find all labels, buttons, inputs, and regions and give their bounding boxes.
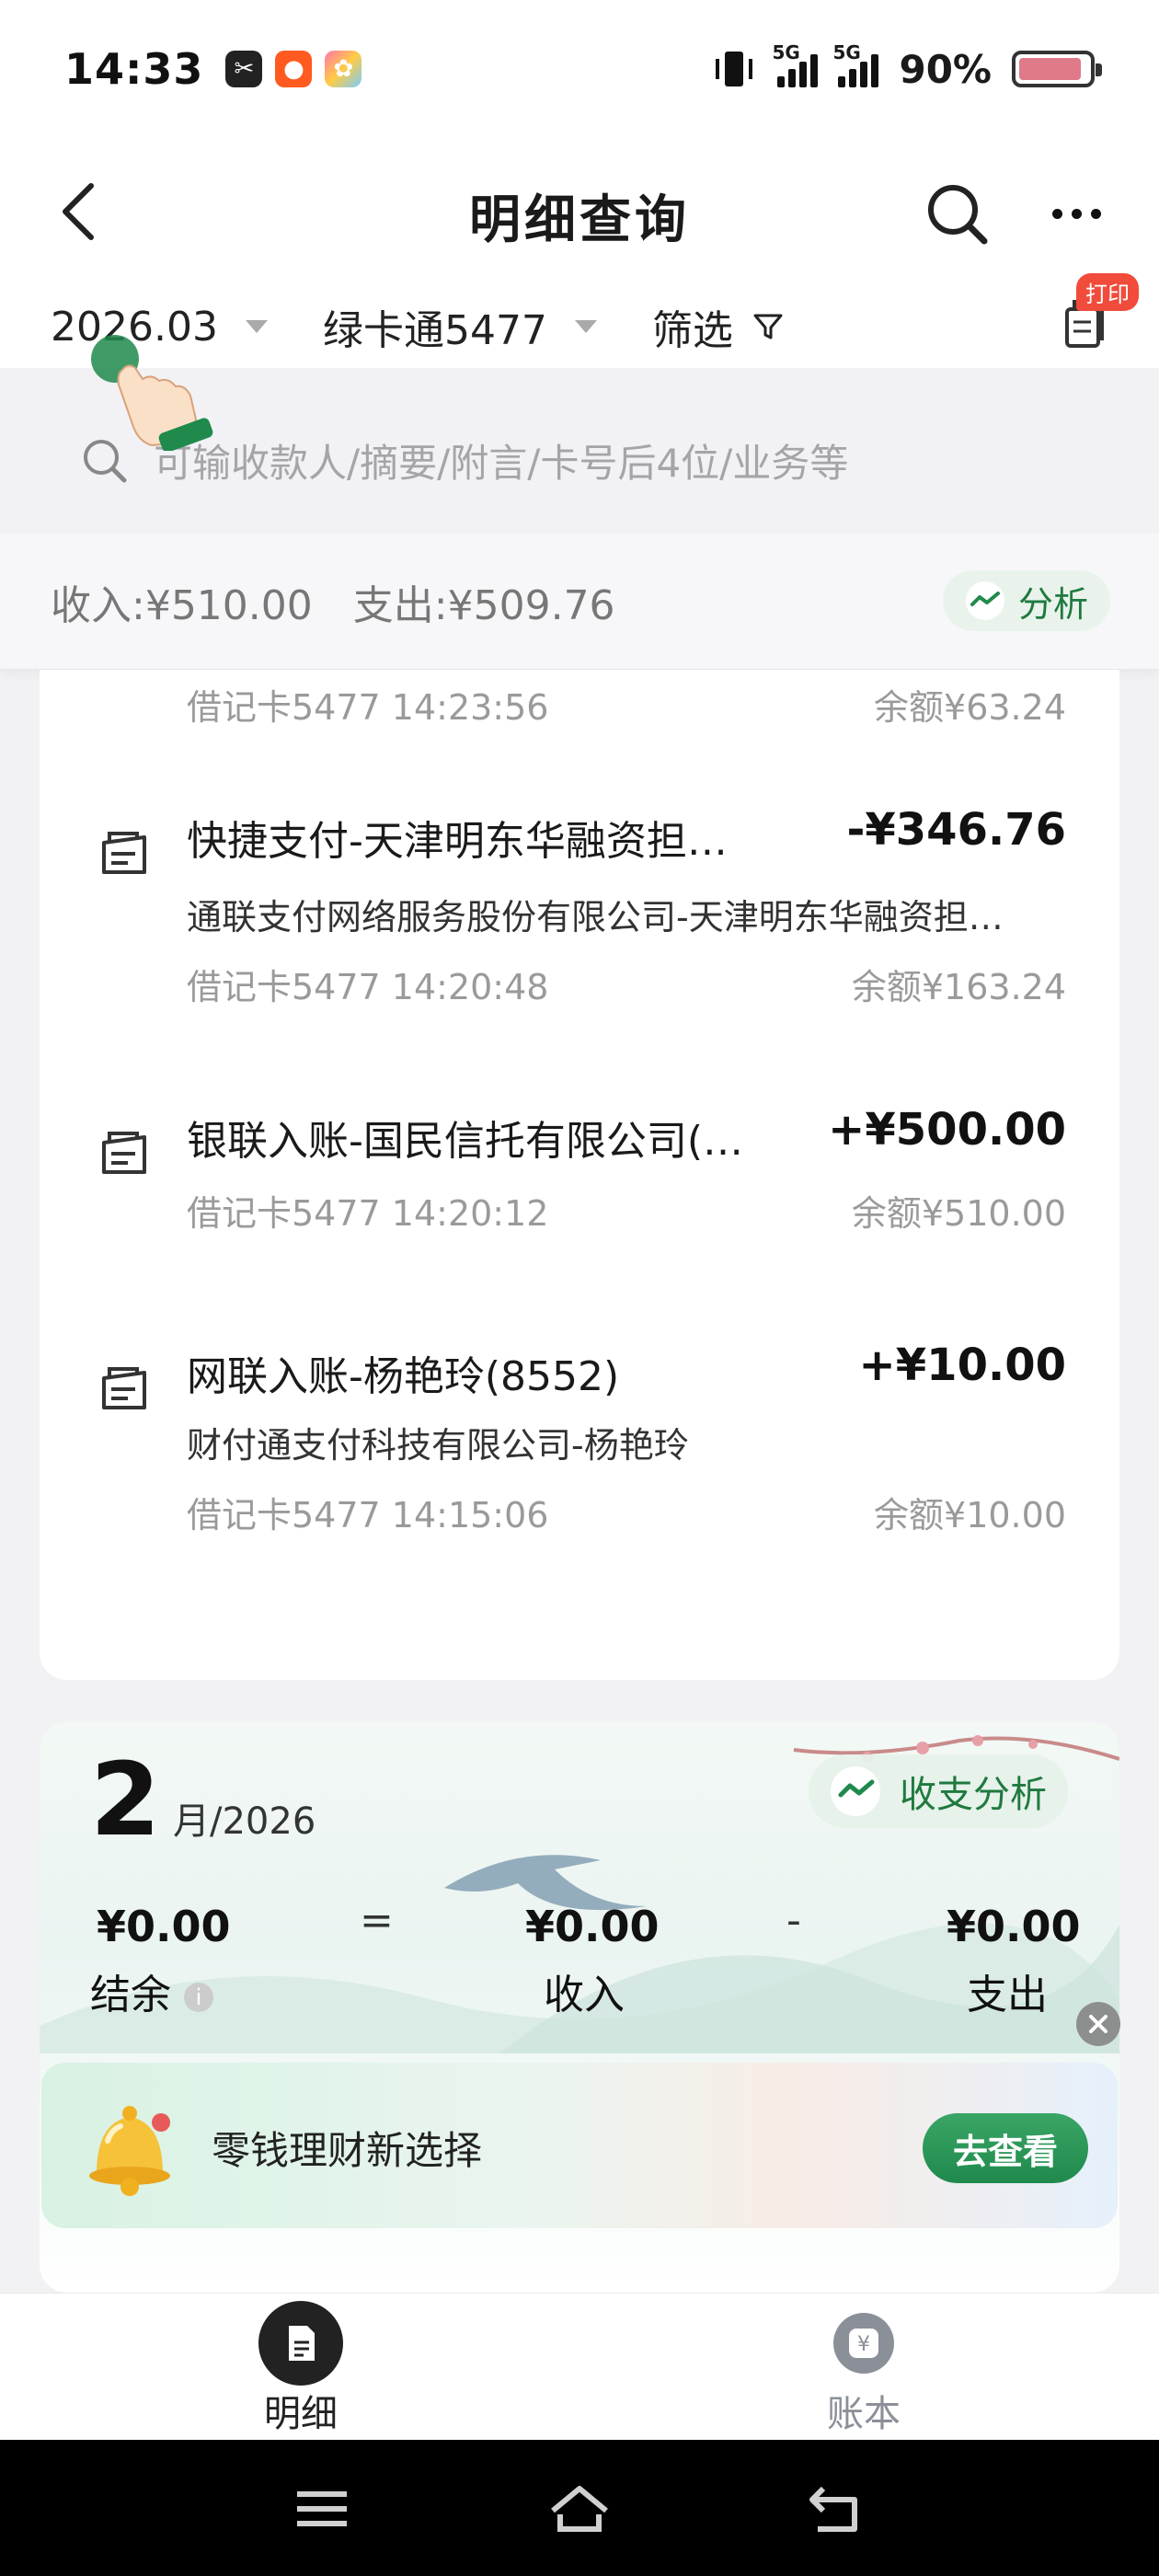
status-bar: 14:33 ✂ ● ✿ 5G 5G 90% xyxy=(0,0,1159,138)
trend-icon xyxy=(965,581,1004,620)
income-label: 收入 xyxy=(544,1972,625,2018)
caret-down-icon xyxy=(574,320,597,333)
record-meta: 借记卡5477 14:15:06 xyxy=(187,1495,549,1535)
balance-value: ¥0.00 xyxy=(97,1902,231,1951)
more-icon xyxy=(1051,208,1062,219)
filter-button[interactable]: 筛选 xyxy=(652,297,785,356)
card-filter-label: 绿卡通5477 xyxy=(322,307,547,354)
battery-icon xyxy=(1012,51,1102,87)
promo-text: 零钱理财新选择 xyxy=(212,2128,483,2173)
record-amount: +¥500.00 xyxy=(828,1104,1066,1156)
record-balance: 余额¥10.00 xyxy=(874,1495,1066,1535)
tab-ledger[interactable]: ¥ 账本 xyxy=(726,2294,1002,2441)
record-balance: 余额¥63.24 xyxy=(874,687,1066,728)
record-title: 网联入账-杨艳玲(8552) xyxy=(187,1353,620,1400)
gallery-icon: ✿ xyxy=(325,51,362,87)
signal-icon: 5G xyxy=(772,41,819,87)
record-amount: -¥346.76 xyxy=(846,804,1066,856)
bottom-tab-bar: 明细 ¥ 账本 xyxy=(0,2293,1159,2440)
record-meta: 借记卡5477 14:20:12 xyxy=(187,1193,549,1234)
tab-details-label: 明细 xyxy=(264,2393,338,2435)
status-indicators: 5G 5G 90% xyxy=(711,41,1102,92)
back-icon[interactable] xyxy=(805,2481,869,2536)
expense-total: 支出:¥509.76 xyxy=(352,581,615,629)
search-icon xyxy=(928,185,988,245)
analysis-label: 分析 xyxy=(1017,583,1088,625)
filter-label: 筛选 xyxy=(651,307,733,354)
balance-label: 结余 xyxy=(90,1972,171,2018)
document-icon xyxy=(258,2301,343,2386)
info-icon[interactable]: i xyxy=(184,1983,213,2012)
search-placeholder: 可输收款人/摘要/附言/卡号后4位/业务等 xyxy=(154,440,849,486)
records-list: 借记卡5477 14:23:56 余额¥63.24 快捷支付-天津明东华融资担…… xyxy=(40,670,1119,1680)
caret-down-icon xyxy=(245,320,268,333)
svg-text:¥: ¥ xyxy=(857,2333,870,2356)
receipt-icon xyxy=(102,1132,146,1174)
income-total: 收入:¥510.00 xyxy=(51,581,313,629)
status-app-icons: ✂ ● ✿ xyxy=(225,51,362,87)
balance-label-group: 结余 i xyxy=(90,1961,213,2020)
system-nav-bar xyxy=(0,2440,1159,2576)
ledger-icon: ¥ xyxy=(821,2301,906,2386)
record-title: 银联入账-国民信托有限公司(… xyxy=(187,1118,744,1165)
equals-sign: = xyxy=(360,1897,394,1944)
expense-value: ¥0.00 xyxy=(947,1902,1081,1951)
hand-pointer-icon xyxy=(91,335,213,451)
close-promo-button[interactable] xyxy=(1076,2002,1120,2046)
print-tag: 打印 xyxy=(1076,273,1139,311)
tab-ledger-label: 账本 xyxy=(827,2393,901,2435)
analysis-button[interactable]: 分析 xyxy=(943,570,1110,631)
record-title: 快捷支付-天津明东华融资担… xyxy=(187,818,728,865)
kuaishou-icon: ● xyxy=(275,51,313,87)
battery-fill xyxy=(1019,58,1081,80)
network-type: 5G xyxy=(772,41,800,63)
month-number: 2 xyxy=(90,1741,161,1858)
income-value: ¥0.00 xyxy=(525,1902,660,1951)
capcut-icon: ✂ xyxy=(225,51,263,87)
status-time: 14:33 xyxy=(64,44,204,94)
search-button[interactable] xyxy=(920,177,993,250)
record-meta: 借记卡5477 14:20:48 xyxy=(187,967,549,1007)
minus-sign: - xyxy=(786,1897,801,1944)
list-item[interactable]: 网联入账-杨艳玲(8552) +¥10.00 财付通支付科技有限公司-杨艳玲 借… xyxy=(40,1340,1119,1573)
record-balance: 余额¥163.24 xyxy=(851,967,1066,1007)
income-expense-analysis-button[interactable]: 收支分析 xyxy=(809,1754,1068,1828)
list-item[interactable]: 快捷支付-天津明东华融资担… -¥346.76 通联支付网络服务股份有限公司-天… xyxy=(40,804,1119,1038)
list-item[interactable]: 银联入账-国民信托有限公司(… +¥500.00 借记卡5477 14:20:1… xyxy=(40,1104,1119,1264)
receipt-icon xyxy=(102,832,146,874)
record-amount: +¥10.00 xyxy=(858,1340,1066,1391)
income-expense-analysis-label: 收支分析 xyxy=(900,1774,1047,1816)
record-meta: 借记卡5477 14:23:56 xyxy=(187,687,549,728)
bell-icon xyxy=(89,2106,170,2196)
vibrate-icon xyxy=(716,52,753,86)
record-balance: 余额¥510.00 xyxy=(851,1193,1066,1234)
tab-details[interactable]: 明细 xyxy=(163,2294,439,2441)
network-type-2: 5G xyxy=(832,41,861,63)
battery-percent: 90% xyxy=(899,46,992,92)
expense-label: 支出 xyxy=(967,1972,1048,2018)
view-button[interactable]: 去查看 xyxy=(923,2113,1088,2183)
close-icon xyxy=(1089,2015,1107,2033)
trend-icon xyxy=(831,1766,880,1816)
record-counterparty: 通联支付网络服务股份有限公司-天津明东华融资担… xyxy=(187,897,1004,937)
summary-bar: 收入:¥510.00 支出:¥509.76 分析 xyxy=(0,534,1159,670)
more-button[interactable] xyxy=(1039,177,1113,250)
month-year: 月/2026 xyxy=(173,1800,316,1843)
signal-icon-2: 5G xyxy=(832,41,879,87)
home-icon[interactable] xyxy=(547,2481,612,2536)
menu-icon[interactable] xyxy=(290,2481,354,2536)
record-counterparty: 财付通支付科技有限公司-杨艳玲 xyxy=(187,1425,689,1466)
card-filter[interactable]: 绿卡通5477 xyxy=(323,297,597,356)
receipt-icon xyxy=(102,1367,146,1409)
list-item[interactable]: 借记卡5477 14:23:56 余额¥63.24 xyxy=(40,670,1119,728)
funnel-icon xyxy=(753,314,783,339)
promo-banner[interactable]: 零钱理财新选择 去查看 xyxy=(41,2063,1118,2228)
